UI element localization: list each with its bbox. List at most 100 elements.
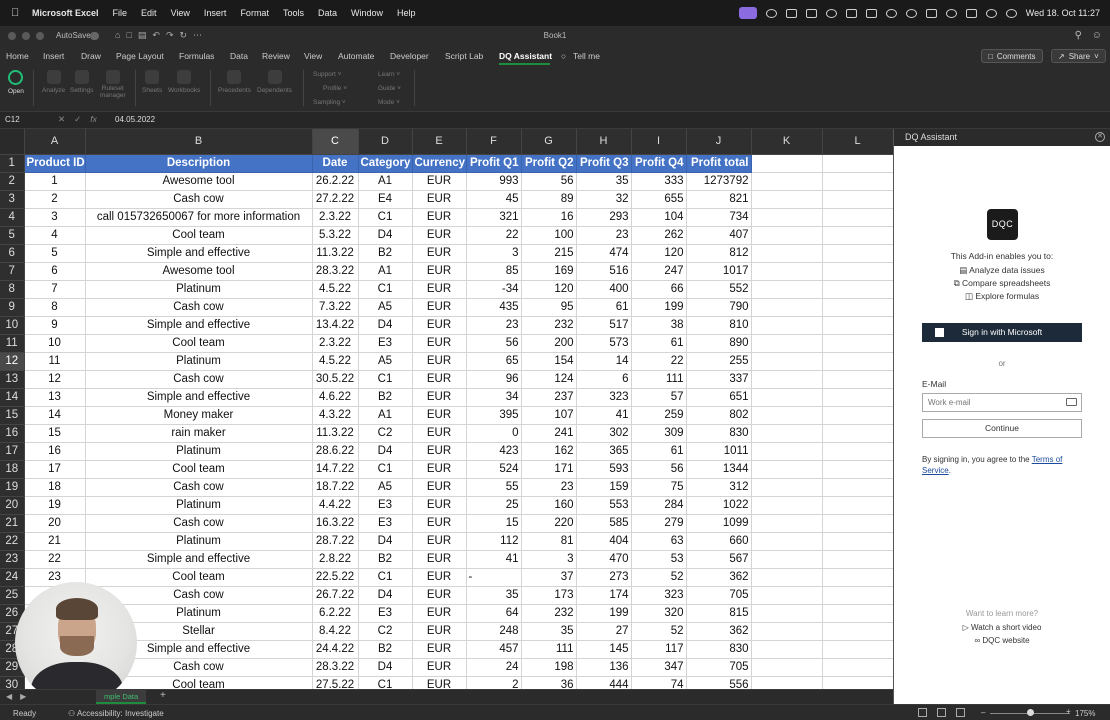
row-header[interactable]: 18 — [0, 460, 25, 479]
row-header[interactable]: 17 — [0, 442, 25, 461]
cell[interactable]: 1 — [24, 172, 86, 191]
cell[interactable] — [822, 370, 893, 389]
header-cell[interactable]: Date — [312, 154, 359, 173]
cell[interactable]: 174 — [576, 586, 632, 605]
column-header[interactable]: J — [686, 129, 752, 155]
cell[interactable]: 28.3.22 — [312, 658, 359, 677]
clock-tray-icon[interactable] — [905, 8, 917, 18]
cell[interactable]: 111 — [631, 370, 687, 389]
row-header[interactable]: 15 — [0, 406, 25, 425]
cell[interactable]: 159 — [576, 478, 632, 497]
cell[interactable]: EUR — [412, 622, 467, 641]
header-cell[interactable]: Category — [358, 154, 413, 173]
cell[interactable]: 248 — [466, 622, 522, 641]
cell[interactable]: 100 — [521, 226, 577, 245]
cell[interactable]: 423 — [466, 442, 522, 461]
cell[interactable]: E3 — [358, 496, 413, 515]
column-header[interactable]: C — [312, 129, 359, 155]
cell[interactable]: Cool team — [85, 460, 313, 479]
header-cell[interactable] — [751, 154, 823, 173]
cell[interactable] — [822, 532, 893, 551]
cell[interactable]: 19 — [24, 496, 86, 515]
cell[interactable]: D4 — [358, 532, 413, 551]
cell[interactable]: 362 — [686, 568, 752, 587]
cell[interactable] — [751, 550, 823, 569]
cell[interactable]: 16 — [24, 442, 86, 461]
cell[interactable]: 30.5.22 — [312, 370, 359, 389]
header-cell[interactable]: Profit Q3 — [576, 154, 632, 173]
cell[interactable]: 262 — [631, 226, 687, 245]
cell[interactable]: Simple and effective — [85, 388, 313, 407]
cell[interactable] — [751, 370, 823, 389]
cell[interactable]: 4.4.22 — [312, 496, 359, 515]
cell[interactable]: 23 — [576, 226, 632, 245]
cell[interactable]: 655 — [631, 190, 687, 209]
cell[interactable]: 347 — [631, 658, 687, 677]
cell[interactable]: 37 — [521, 568, 577, 587]
cell[interactable]: B2 — [358, 244, 413, 263]
cell[interactable]: 57 — [631, 388, 687, 407]
cell[interactable]: 279 — [631, 514, 687, 533]
header-cell[interactable] — [822, 154, 893, 173]
row-header[interactable]: 30 — [0, 676, 25, 689]
cell[interactable]: Cool team — [85, 334, 313, 353]
cell[interactable]: 36 — [521, 676, 577, 689]
header-cell[interactable]: Profit Q4 — [631, 154, 687, 173]
cell[interactable]: 553 — [576, 496, 632, 515]
cell[interactable]: 323 — [631, 586, 687, 605]
cell[interactable]: 567 — [686, 550, 752, 569]
cell[interactable]: 25 — [466, 496, 522, 515]
cell[interactable]: 552 — [686, 280, 752, 299]
header-cell[interactable]: Product ID — [24, 154, 86, 173]
guide-dropdown[interactable]: Guide ˅ — [378, 85, 401, 92]
cell[interactable] — [822, 334, 893, 353]
cell[interactable]: 5 — [24, 244, 86, 263]
row-header[interactable]: 21 — [0, 514, 25, 533]
cell[interactable]: 2 — [466, 676, 522, 689]
tab-formulas[interactable]: Formulas — [179, 51, 214, 61]
zoom-in-icon[interactable]: + — [1066, 707, 1071, 716]
cell[interactable] — [822, 514, 893, 533]
cell[interactable]: 790 — [686, 298, 752, 317]
cell[interactable]: EUR — [412, 478, 467, 497]
cell[interactable]: A1 — [358, 406, 413, 425]
cell[interactable] — [822, 460, 893, 479]
row-header[interactable]: 9 — [0, 298, 25, 317]
email-field[interactable] — [922, 393, 1082, 412]
cell[interactable]: 2.3.22 — [312, 334, 359, 353]
cell[interactable]: 7 — [24, 280, 86, 299]
cell[interactable] — [822, 280, 893, 299]
function-icon[interactable]: fx — [90, 114, 97, 125]
cell[interactable]: 61 — [576, 298, 632, 317]
spotlight-search-icon[interactable] — [985, 8, 997, 18]
cell[interactable]: 35 — [521, 622, 577, 641]
cell[interactable]: A5 — [358, 478, 413, 497]
cell[interactable]: -34 — [466, 280, 522, 299]
row-header[interactable]: 11 — [0, 334, 25, 353]
cell[interactable]: 95 — [521, 298, 577, 317]
cell[interactable] — [751, 406, 823, 425]
cell[interactable]: 220 — [521, 514, 577, 533]
cell[interactable] — [751, 334, 823, 353]
cell[interactable]: 8 — [24, 298, 86, 317]
cell[interactable]: 17 — [24, 460, 86, 479]
sheet-tab-sample-data[interactable]: mple Data — [96, 690, 147, 704]
cloud-icon[interactable] — [825, 8, 837, 18]
column-header[interactable]: E — [412, 129, 467, 155]
tab-view[interactable]: View — [304, 51, 322, 61]
cell[interactable]: A1 — [358, 172, 413, 191]
cell[interactable]: 321 — [466, 208, 522, 227]
cell[interactable]: 14 — [576, 352, 632, 371]
precedents-button[interactable]: Precedents — [218, 70, 251, 94]
cell[interactable] — [751, 604, 823, 623]
cell[interactable] — [751, 226, 823, 245]
wifi-icon[interactable] — [945, 8, 957, 18]
cell[interactable]: EUR — [412, 460, 467, 479]
cell[interactable]: 55 — [466, 478, 522, 497]
profile-dropdown[interactable]: Profile ˅ — [323, 85, 347, 92]
row-header[interactable]: 14 — [0, 388, 25, 407]
cell[interactable]: 171 — [521, 460, 577, 479]
cell[interactable]: 22 — [631, 352, 687, 371]
cell[interactable]: 470 — [576, 550, 632, 569]
cell[interactable]: EUR — [412, 658, 467, 677]
